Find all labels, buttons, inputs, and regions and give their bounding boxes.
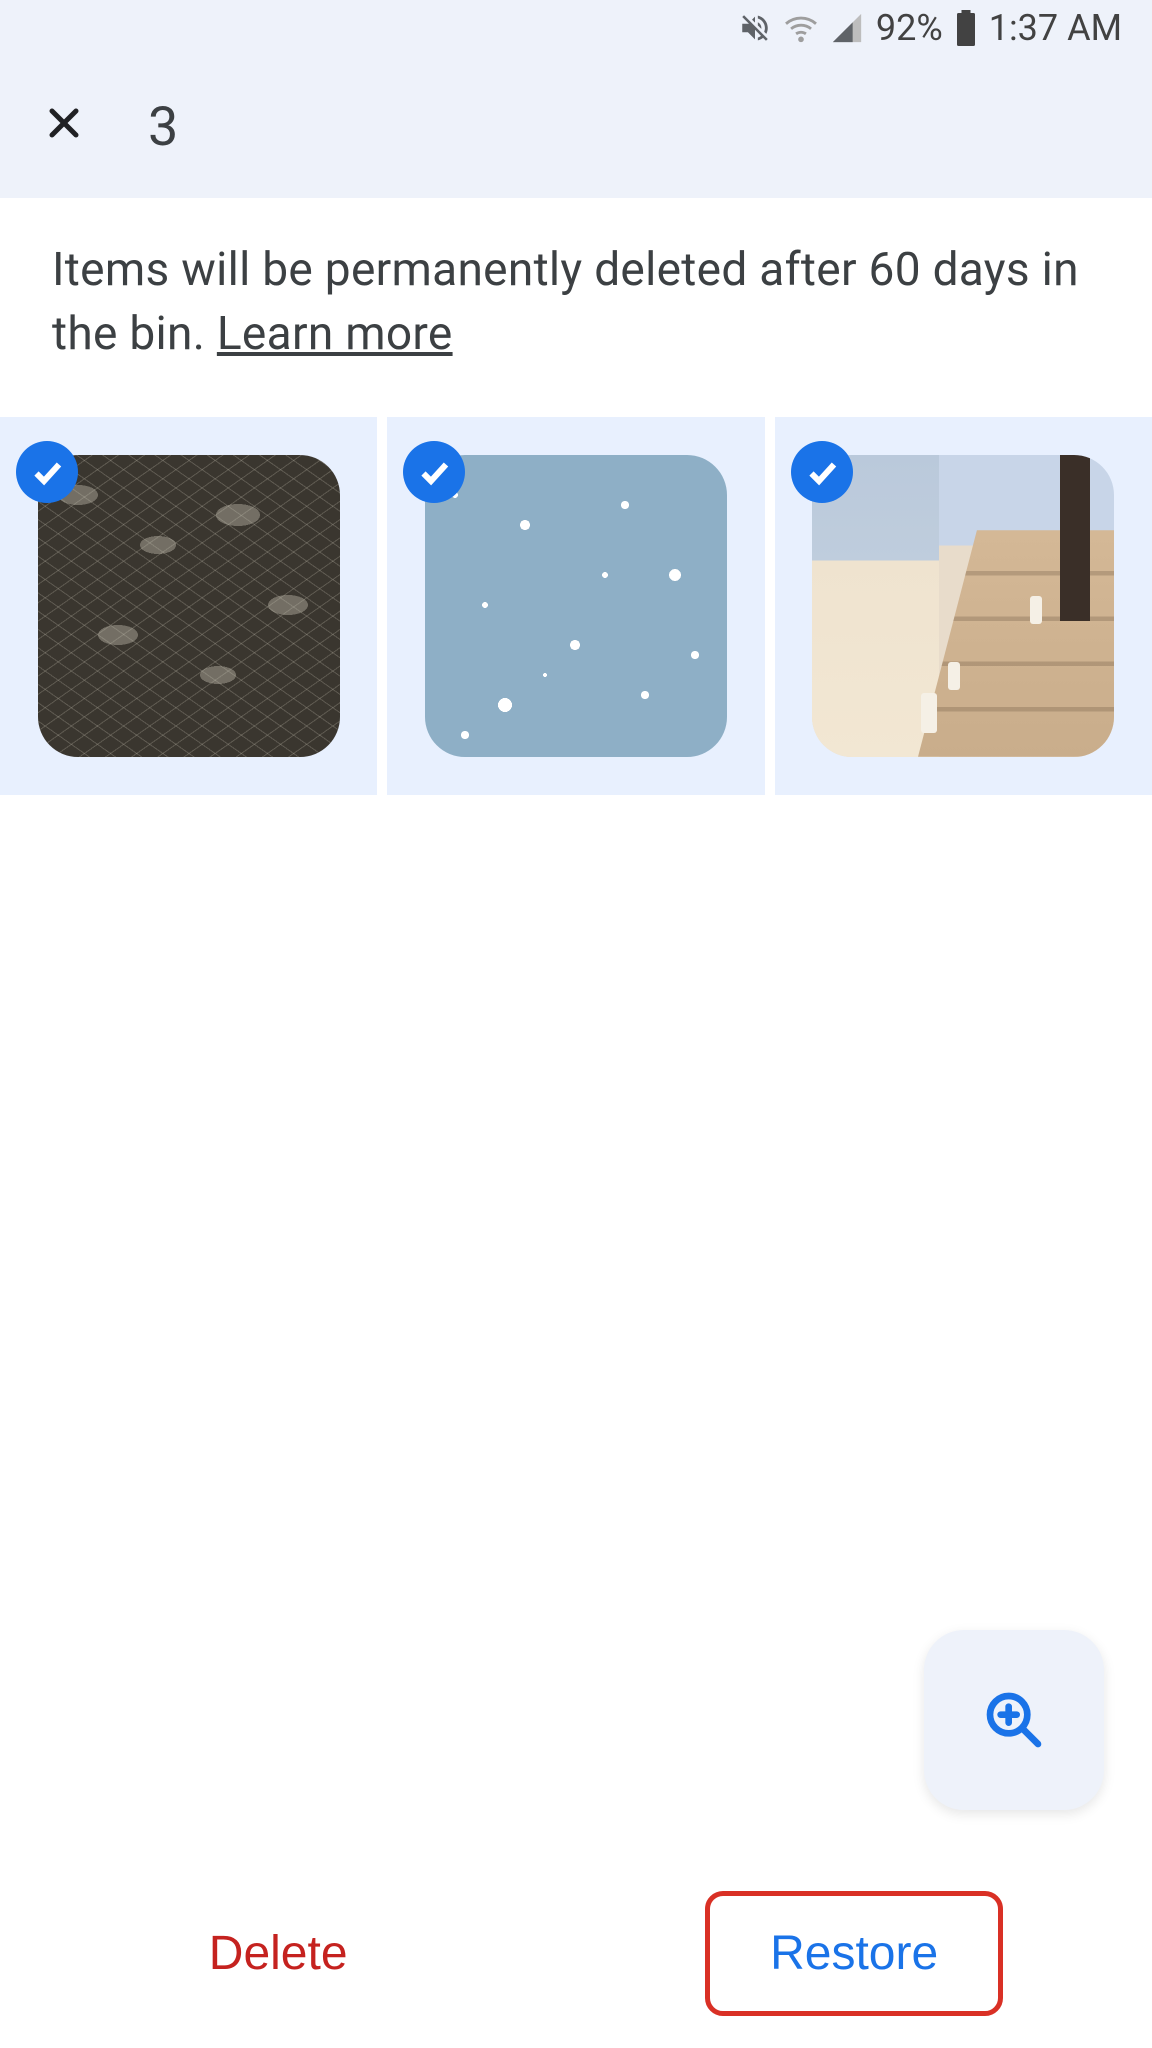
- zoom-button[interactable]: [924, 1630, 1104, 1810]
- close-icon: [40, 99, 88, 147]
- mute-vibrate-icon: [738, 11, 772, 45]
- zoom-in-icon: [982, 1688, 1046, 1752]
- signal-icon: [830, 11, 864, 45]
- restore-button[interactable]: Restore: [705, 1891, 1003, 2016]
- photo-item[interactable]: [0, 417, 377, 795]
- learn-more-link[interactable]: Learn more: [217, 307, 453, 361]
- photo-thumbnail: [38, 455, 340, 757]
- photo-thumbnail: [812, 455, 1114, 757]
- info-text: Items will be permanently deleted after …: [52, 243, 1079, 361]
- selected-check-icon: [403, 441, 465, 503]
- status-bar: 92% 1:37 AM: [0, 0, 1152, 56]
- selected-check-icon: [791, 441, 853, 503]
- delete-button[interactable]: Delete: [149, 1896, 408, 2011]
- photo-item[interactable]: [775, 417, 1152, 795]
- photo-item[interactable]: [387, 417, 764, 795]
- photo-grid: [0, 417, 1152, 795]
- wifi-icon: [784, 11, 818, 45]
- battery-icon: [955, 10, 977, 46]
- battery-percent: 92%: [876, 7, 943, 49]
- info-banner: Items will be permanently deleted after …: [0, 198, 1152, 417]
- selection-toolbar: 3: [0, 56, 1152, 198]
- photo-thumbnail: [425, 455, 727, 757]
- bottom-action-bar: Delete Restore: [0, 1858, 1152, 2048]
- close-button[interactable]: [40, 99, 88, 156]
- selection-count: 3: [148, 96, 178, 159]
- selected-check-icon: [16, 441, 78, 503]
- clock-time: 1:37 AM: [989, 7, 1122, 49]
